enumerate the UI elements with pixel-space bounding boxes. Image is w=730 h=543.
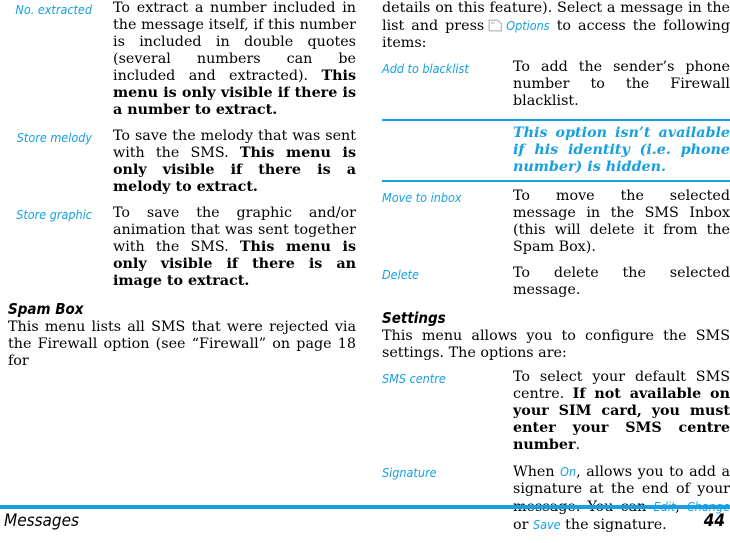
definition-row: SMS centre To select your default SMS ce…: [382, 369, 730, 454]
menu-description: To delete the selected message.: [513, 265, 730, 298]
definition-row: Move to inbox To move the selected messa…: [382, 188, 730, 256]
menu-term-delete[interactable]: Delete: [382, 265, 504, 283]
right-column: details on this feature). Select a messa…: [382, 0, 730, 543]
option-link-on[interactable]: On: [560, 464, 576, 479]
menu-description: To add the sender’s phone number to the …: [513, 59, 730, 109]
menu-term-move-to-inbox[interactable]: Move to inbox: [382, 188, 504, 206]
section-heading-spam-box: Spam Box: [8, 300, 84, 318]
intro-link-options[interactable]: Options: [506, 18, 549, 33]
menu-term-store-melody[interactable]: Store melody: [8, 128, 92, 146]
manual-page: No. extracted To extract a number includ…: [0, 0, 730, 534]
intro-paragraph: details on this feature). Select a messa…: [382, 0, 730, 52]
left-softkey-icon: [488, 19, 503, 32]
definition-row: Store graphic To save the graphic and/or…: [8, 205, 356, 290]
definition-row: No. extracted To extract a number includ…: [8, 0, 356, 119]
left-column: No. extracted To extract a number includ…: [8, 0, 356, 374]
menu-description: To extract a number included in the mess…: [113, 0, 356, 119]
menu-term-signature[interactable]: Signature: [382, 463, 504, 481]
definition-row: Delete To delete the selected message.: [382, 265, 730, 299]
description-tail: .: [575, 437, 581, 453]
footer-page-number: 44: [703, 511, 725, 531]
definition-list-spam-options: Add to blacklist To add the sender’s pho…: [382, 59, 730, 299]
menu-term-store-graphic[interactable]: Store graphic: [8, 205, 92, 223]
note-text: This option isn’t available if his ident…: [513, 125, 730, 175]
footer-chapter-name: Messages: [4, 511, 80, 531]
note-indent-spacer: [382, 125, 513, 176]
menu-term-add-to-blacklist[interactable]: Add to blacklist: [382, 59, 504, 77]
callout-note: This option isn’t available if his ident…: [382, 119, 730, 182]
menu-term-sms-centre[interactable]: SMS centre: [382, 369, 504, 387]
definition-row: Add to blacklist To add the sender’s pho…: [382, 59, 730, 110]
section-heading-settings: Settings: [382, 309, 446, 327]
description-text: To extract a number included in the mess…: [113, 0, 356, 84]
section-paragraph-spam-box: This menu lists all SMS that were reject…: [8, 319, 356, 369]
page-footer: Messages 44: [0, 505, 730, 534]
menu-description: To select your default SMS centre. If no…: [513, 369, 730, 454]
footer-rule: [0, 505, 730, 509]
section-paragraph-settings: This menu allows you to configure the SM…: [382, 328, 730, 361]
menu-description: To save the graphic and/or animation tha…: [113, 205, 356, 290]
description-segment: When: [513, 464, 561, 480]
definition-row: Store melody To save the melody that was…: [8, 128, 356, 196]
menu-term-no-extracted[interactable]: No. extracted: [8, 0, 92, 18]
definition-list-extract: No. extracted To extract a number includ…: [8, 0, 356, 290]
menu-description: To move the selected message in the SMS …: [513, 188, 730, 255]
menu-description: To save the melody that was sent with th…: [113, 128, 356, 196]
